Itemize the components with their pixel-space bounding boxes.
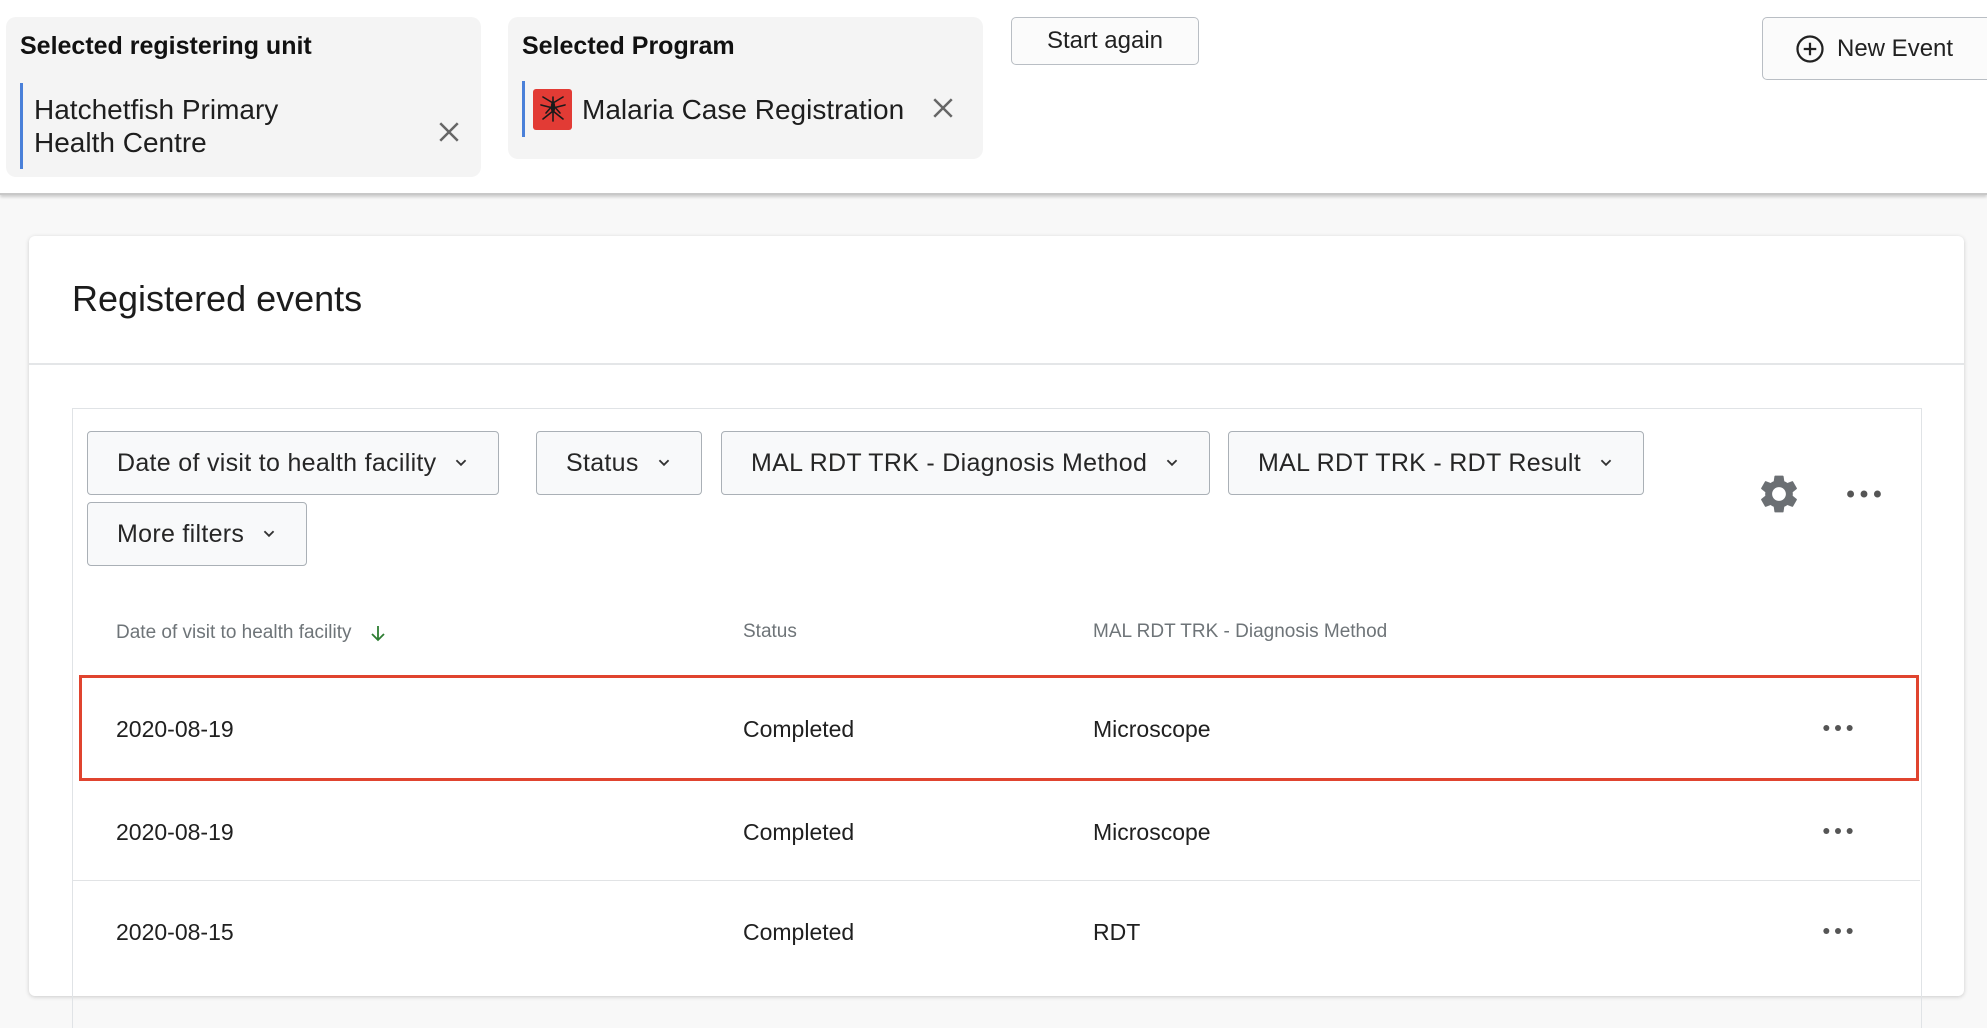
cell-diagnosis-method: RDT	[1093, 919, 1141, 945]
table-row[interactable]: 2020-08-19 Completed Microscope	[73, 781, 1920, 881]
add-circle-icon	[1795, 34, 1825, 64]
registering-unit-value: Hatchetfish Primary Health Centre	[34, 94, 279, 158]
row-actions-icon[interactable]	[1818, 811, 1858, 851]
more-options-icon[interactable]	[1841, 471, 1887, 517]
new-event-label: New Event	[1837, 34, 1954, 62]
registered-events-panel: Registered events Date of visit to healt…	[29, 236, 1964, 1028]
filter-status[interactable]: Status	[536, 431, 702, 495]
chevron-down-icon	[258, 523, 280, 545]
filter-date-of-visit[interactable]: Date of visit to health facility	[87, 431, 500, 495]
divider	[29, 363, 1964, 365]
cell-status: Completed	[743, 716, 855, 742]
column-header-status[interactable]: Status	[743, 621, 797, 643]
chevron-down-icon	[450, 452, 472, 474]
top-bar: Selected registering unit Hatchetfish Pr…	[0, 0, 1987, 195]
gear-icon[interactable]	[1756, 471, 1802, 517]
program-selector: Selected Program Malaria Case Registrati…	[508, 17, 983, 159]
table-row[interactable]: 2020-08-15 Completed RDT	[73, 881, 1920, 981]
chevron-down-icon	[653, 452, 675, 474]
filter-label: Status	[566, 448, 639, 477]
column-header-date[interactable]: Date of visit to health facility	[116, 621, 390, 645]
cell-status: Completed	[743, 919, 855, 945]
cell-diagnosis-method: Microscope	[1093, 716, 1211, 742]
filter-label: MAL RDT TRK - Diagnosis Method	[751, 448, 1148, 477]
cell-date: 2020-08-19	[116, 716, 234, 742]
program-title: Selected Program	[522, 32, 735, 60]
column-header-diagnosis-method[interactable]: MAL RDT TRK - Diagnosis Method	[1093, 621, 1387, 643]
filter-rdt-result[interactable]: MAL RDT TRK - RDT Result	[1228, 431, 1644, 495]
program-value: Malaria Case Registration	[582, 93, 905, 125]
events-table: Date of visit to health facility Status …	[72, 408, 1922, 1028]
row-actions-icon[interactable]	[1818, 708, 1858, 748]
clear-program-icon[interactable]	[928, 93, 958, 123]
column-header-label: MAL RDT TRK - Diagnosis Method	[1093, 621, 1388, 642]
arrow-down-icon	[366, 621, 390, 645]
cell-status: Completed	[743, 819, 855, 845]
page-title: Registered events	[72, 278, 363, 319]
new-event-button[interactable]: New Event	[1762, 17, 1987, 80]
clear-registering-unit-icon[interactable]	[434, 117, 464, 147]
table-row[interactable]: 2020-08-19 Completed Microscope	[79, 675, 1919, 781]
row-actions-icon[interactable]	[1818, 911, 1858, 951]
start-again-button[interactable]: Start again	[1011, 17, 1199, 65]
program-value-container[interactable]: Malaria Case Registration	[522, 81, 922, 137]
registering-unit-selector: Selected registering unit Hatchetfish Pr…	[6, 17, 481, 177]
more-filters-button[interactable]: More filters	[87, 502, 308, 566]
filter-label: Date of visit to health facility	[117, 448, 437, 477]
column-header-label: Status	[743, 621, 797, 642]
mosquito-icon	[533, 88, 572, 130]
cell-date: 2020-08-15	[116, 919, 234, 945]
filter-diagnosis-method[interactable]: MAL RDT TRK - Diagnosis Method	[721, 431, 1211, 495]
registering-unit-value-container[interactable]: Hatchetfish Primary Health Centre	[20, 83, 350, 169]
cell-date: 2020-08-19	[116, 819, 234, 845]
registering-unit-title: Selected registering unit	[20, 32, 312, 60]
filter-label: MAL RDT TRK - RDT Result	[1258, 448, 1581, 477]
chevron-down-icon	[1595, 452, 1617, 474]
filter-label: More filters	[117, 519, 245, 548]
chevron-down-icon	[1161, 452, 1183, 474]
column-header-label: Date of visit to health facility	[116, 622, 352, 643]
cell-diagnosis-method: Microscope	[1093, 819, 1211, 845]
